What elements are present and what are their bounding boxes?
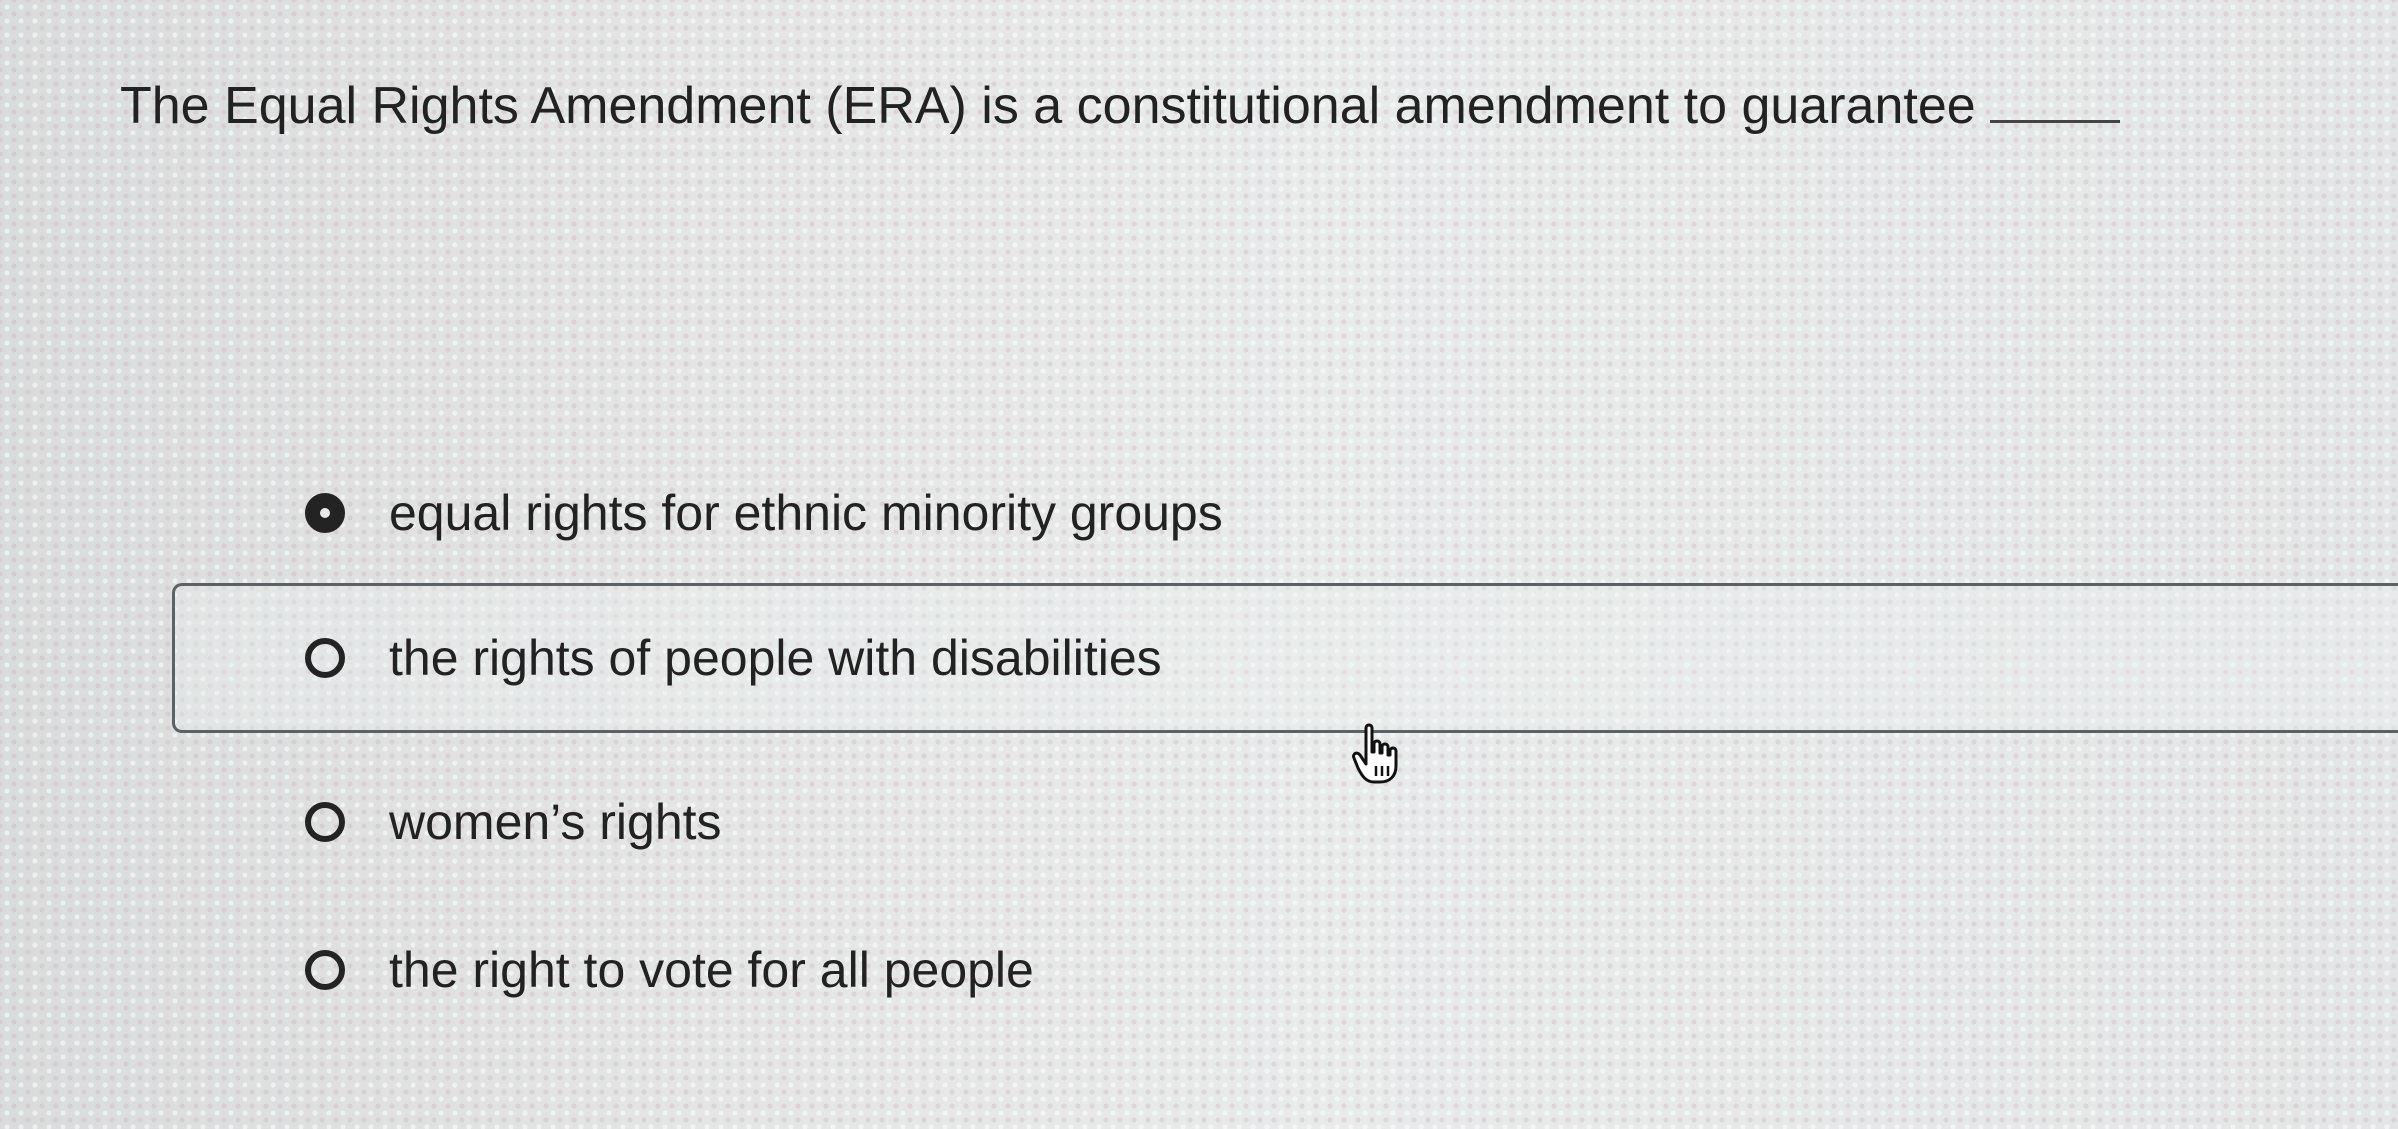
answer-options: equal rights for ethnic minority groups … (0, 0, 2398, 1129)
option-equal-rights-ethnic[interactable]: equal rights for ethnic minority groups (305, 458, 1223, 568)
option-label: the rights of people with disabilities (389, 630, 1162, 686)
option-womens-rights[interactable]: women’s rights (305, 767, 722, 877)
option-disability-rights[interactable]: the rights of people with disabilities (172, 583, 2398, 733)
hand-pointer-icon (1352, 723, 1398, 784)
option-label: equal rights for ethnic minority groups (389, 485, 1223, 541)
radio-selected-icon[interactable] (305, 493, 345, 533)
option-right-to-vote[interactable]: the right to vote for all people (305, 915, 1034, 1025)
option-label: the right to vote for all people (389, 942, 1034, 998)
radio-unselected-icon[interactable] (305, 802, 345, 842)
radio-unselected-icon[interactable] (305, 638, 345, 678)
radio-unselected-icon[interactable] (305, 950, 345, 990)
quiz-page: The Equal Rights Amendment (ERA) is a co… (0, 0, 2398, 1129)
option-label: women’s rights (389, 794, 722, 850)
